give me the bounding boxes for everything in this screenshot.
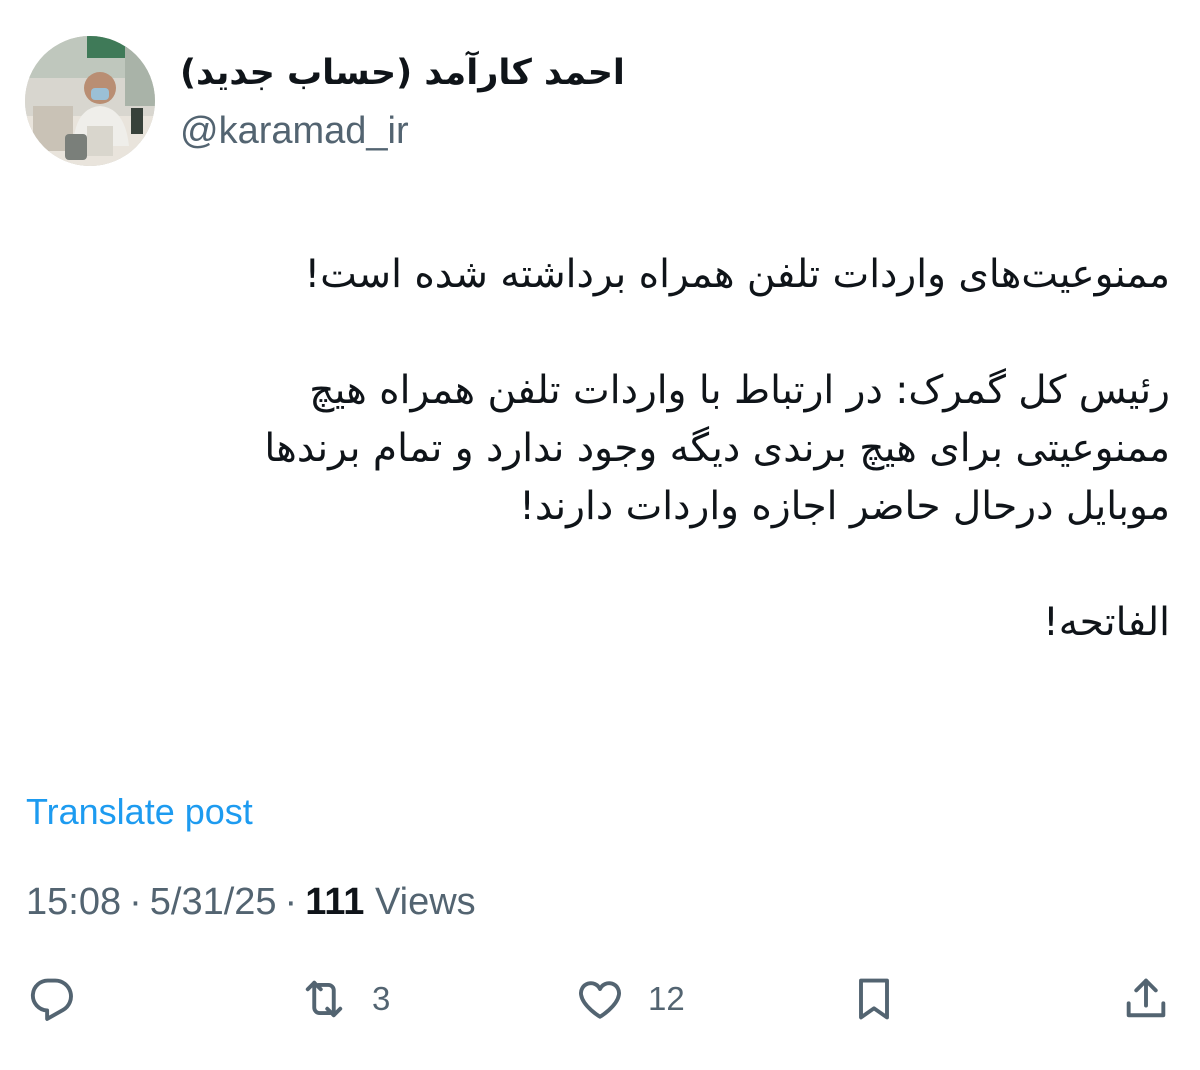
share-upload-icon: [1126, 978, 1166, 1018]
retweet-count: 3: [372, 980, 391, 1017]
retweet-button[interactable]: 3: [298, 972, 390, 1026]
tweet-time[interactable]: 15:08: [26, 881, 121, 923]
tweet-line: الفاتحه!: [1043, 600, 1170, 645]
tweet-line: رئیس کل گمرک: در ارتباط با واردات تلفن ه…: [309, 368, 1170, 413]
tweet-line: ممنوعیت‌های واردات تلفن همراه برداشته شد…: [304, 252, 1170, 297]
speech-bubble-icon: [30, 978, 73, 1021]
tweet-page: احمد کارآمد (حساب جدید) @karamad_ir ممنو…: [0, 0, 1200, 1070]
tweet-line: ممنوعیتی برای هیچ برندی دیگه وجود ندارد …: [264, 426, 1170, 471]
views-label: Views: [374, 881, 476, 923]
avatar-photo: [25, 36, 155, 166]
like-count: 12: [648, 980, 685, 1017]
bookmark-icon: [859, 978, 889, 1020]
heart-icon: [579, 981, 621, 1019]
reply-button[interactable]: [26, 972, 78, 1026]
share-button[interactable]: [1120, 972, 1172, 1026]
tweet-line: موبایل درحال حاضر اجازه واردات دارند!: [519, 484, 1170, 529]
separator-dot: ·: [129, 881, 142, 923]
like-button[interactable]: 12: [574, 972, 685, 1026]
author-display-name[interactable]: احمد کارآمد (حساب جدید): [180, 48, 625, 98]
author-handle[interactable]: @karamad_ir: [180, 108, 409, 154]
tweet-text: ممنوعیت‌های واردات تلفن همراه برداشته شد…: [25, 246, 1170, 652]
tweet-date[interactable]: 5/31/25: [150, 881, 277, 923]
bookmark-button[interactable]: [848, 972, 900, 1026]
retweet-arrows-icon: [305, 980, 343, 1018]
views-count: 111: [305, 881, 365, 923]
avatar[interactable]: [25, 36, 155, 166]
separator-dot: ·: [284, 881, 298, 923]
translate-post-link[interactable]: Translate post: [26, 790, 253, 834]
tweet-meta: 15:08 · 5/31/25 · 111 Views: [26, 878, 476, 926]
